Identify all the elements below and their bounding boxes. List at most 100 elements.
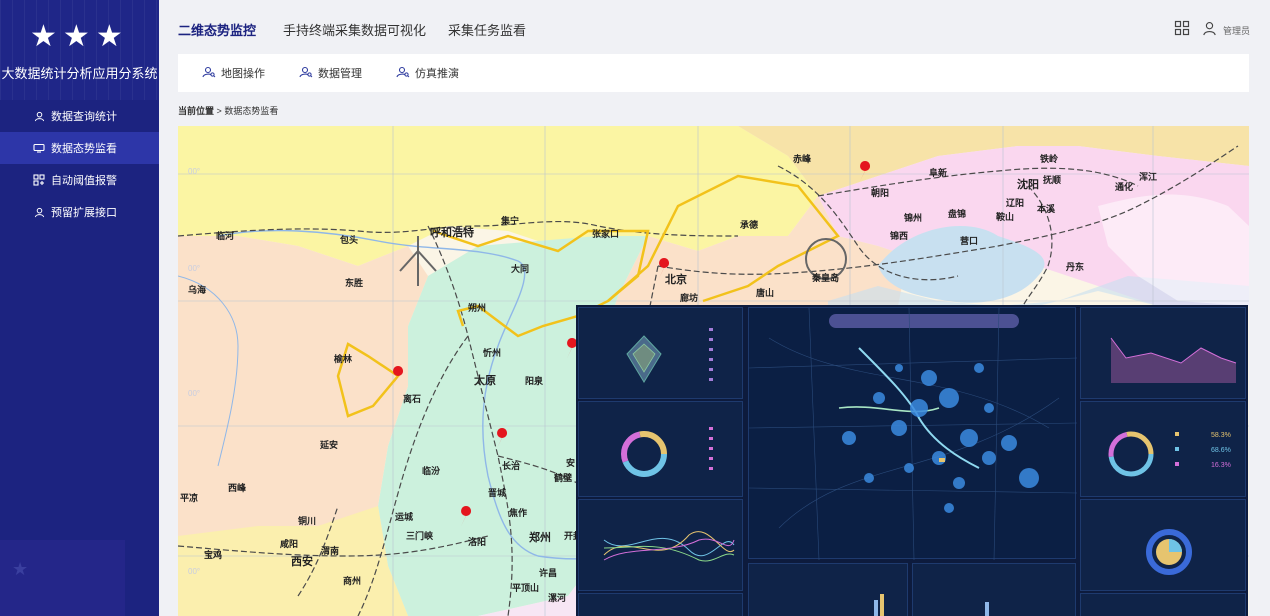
wave-chart — [603, 531, 735, 562]
city-label: 鞍山 — [996, 212, 1015, 222]
city-label: 商州 — [343, 576, 362, 586]
percent-value-1: 58.3% — [1211, 432, 1231, 439]
city-label: 盘锦 — [948, 209, 967, 219]
city-label: 承德 — [740, 220, 759, 230]
city-label: 洛阳 — [468, 537, 487, 547]
city-label: 乌海 — [188, 285, 207, 295]
map-search-icon — [299, 66, 313, 81]
city-label: 秦皇岛 — [812, 273, 840, 283]
percent-value-2: 68.6% — [1211, 447, 1231, 454]
city-label: 三门峡 — [406, 531, 434, 541]
city-label: 西峰 — [228, 483, 247, 493]
panel-radar — [578, 307, 743, 399]
city-label: 临河 — [216, 231, 235, 241]
area-chart — [1110, 337, 1237, 383]
city-label: 郑州 — [529, 532, 551, 544]
city-label: 赤峰 — [793, 154, 812, 164]
sidebar-item-label: 数据查询统计 — [51, 111, 117, 123]
logo-stars: ★ ★ ★ — [30, 22, 123, 52]
city-label: 晋城 — [488, 488, 507, 498]
percent-value-3: 16.3% — [1211, 462, 1231, 469]
star-icon: ★ — [62, 20, 90, 53]
dashboard-overlay[interactable]: 58.3% 68.6% 16.3% — [576, 305, 1248, 616]
panel-city-map — [748, 307, 1077, 560]
svg-text:00°: 00° — [188, 567, 200, 576]
panel-bar-left — [748, 563, 908, 616]
star-icon: ★ — [30, 20, 57, 53]
user-menu[interactable]: 管理员 — [1202, 21, 1250, 41]
grid-plus-icon — [32, 173, 46, 187]
sidebar-item-label: 数据态势监看 — [51, 143, 117, 155]
city-heatmap — [749, 308, 1077, 560]
sidebar-item-data-monitor[interactable]: 数据态势监看 — [0, 132, 159, 164]
city-label: 漯河 — [548, 593, 567, 603]
user-icon — [1202, 21, 1217, 41]
donut-chart — [621, 427, 713, 477]
person-icon — [32, 109, 46, 123]
logo-area: ★ ★ ★ 大数据统计分析应用分系统 — [0, 0, 159, 100]
city-label: 包头 — [340, 235, 359, 245]
radar-chart — [626, 328, 713, 383]
sidebar-item-alarm[interactable]: 自动阈值报警 — [0, 164, 159, 196]
city-label: 离石 — [403, 394, 422, 404]
data-management-button[interactable]: 数据管理 — [299, 65, 362, 81]
bar-chart — [874, 594, 884, 616]
city-label: 延安 — [320, 440, 339, 450]
panel-pie — [1080, 499, 1246, 591]
sidebar-item-extension[interactable]: 预留扩展接口 — [0, 196, 159, 228]
city-label: 铜川 — [298, 516, 317, 526]
city-label: 本溪 — [1037, 204, 1056, 214]
city-label: 营口 — [960, 236, 979, 246]
user-name: 管理员 — [1222, 26, 1250, 36]
map-operation-button[interactable]: 地图操作 — [202, 65, 265, 81]
top-nav: 二维态势监控 手持终端采集数据可视化 采集任务监看 管理员 — [159, 0, 1270, 54]
tab-2d-monitor[interactable]: 二维态势监控 — [178, 20, 256, 39]
top-nav-right: 管理员 — [1174, 20, 1250, 41]
tab-handheld-visualization[interactable]: 手持终端采集数据可视化 — [283, 20, 426, 39]
grid-icon[interactable] — [1174, 20, 1190, 41]
panel-bar-right — [912, 563, 1076, 616]
tool-label: 仿真推演 — [415, 68, 459, 80]
city-label: 张家口 — [592, 229, 620, 239]
sidebar: ★ ★ ★ 大数据统计分析应用分系统 数据查询统计 数据态势监看 自动阈值报警 — [0, 0, 159, 616]
city-label: 呼和浩特 — [430, 227, 474, 239]
city-label: 忻州 — [483, 348, 502, 358]
breadcrumb-prefix: 当前位置 — [178, 106, 215, 116]
city-label: 平顶山 — [512, 583, 540, 593]
simulation-button[interactable]: 仿真推演 — [396, 65, 459, 81]
sidebar-item-data-query[interactable]: 数据查询统计 — [0, 100, 159, 132]
breadcrumb-separator: > — [216, 106, 222, 116]
toolbar: 地图操作 数据管理 仿真推演 — [178, 54, 1249, 92]
city-label: 西安 — [291, 556, 313, 568]
city-label: 太原 — [474, 375, 496, 387]
map-search-icon — [396, 66, 410, 81]
pie-chart — [1146, 529, 1192, 575]
city-label: 辽阳 — [1006, 198, 1025, 208]
city-label: 沈阳 — [1017, 179, 1039, 191]
svg-text:00°: 00° — [188, 264, 200, 273]
city-label: 唐山 — [756, 288, 775, 298]
tool-label: 地图操作 — [221, 68, 265, 80]
city-label: 大同 — [511, 264, 530, 274]
city-label: 丹东 — [1066, 262, 1085, 272]
bar-chart — [985, 602, 989, 616]
city-label: 焦作 — [509, 508, 528, 518]
panel-bottom-left — [578, 593, 743, 616]
city-label: 浑江 — [1139, 172, 1158, 182]
city-label: 许昌 — [539, 568, 558, 578]
panel-line-chart — [578, 499, 743, 591]
city-label: 集宁 — [501, 216, 520, 226]
city-label: 廊坊 — [680, 293, 699, 303]
tab-task-monitor[interactable]: 采集任务监看 — [448, 20, 526, 39]
city-label: 榆林 — [334, 354, 353, 364]
city-label: 朝阳 — [871, 188, 890, 198]
sidebar-item-label: 预留扩展接口 — [51, 207, 117, 219]
panel-bottom-right — [1080, 593, 1246, 616]
sidebar-menu: 数据查询统计 数据态势监看 自动阈值报警 预留扩展接口 — [0, 100, 159, 228]
monitor-icon — [32, 141, 46, 155]
panel-area-chart — [1080, 307, 1246, 399]
city-label: 渭南 — [321, 546, 340, 556]
city-label: 东胜 — [345, 278, 364, 288]
city-label: 咸阳 — [280, 539, 299, 549]
city-label: 朔州 — [468, 303, 487, 313]
